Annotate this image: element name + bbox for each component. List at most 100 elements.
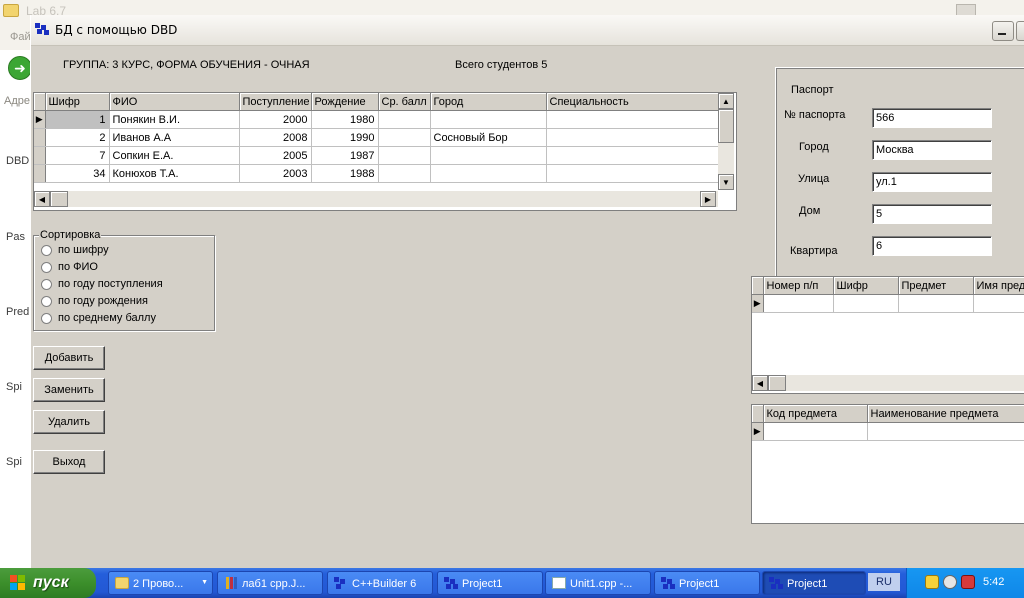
background-file-item[interactable]: DBD (6, 155, 29, 167)
scroll-up-arrow-icon[interactable]: ▲ (718, 93, 734, 109)
minimize-button[interactable] (992, 21, 1014, 41)
taskbar-task-cppbuilder[interactable]: C++Builder 6 (327, 571, 433, 595)
cell-birth[interactable]: 1980 (311, 110, 379, 129)
cell-name[interactable]: Понякин В.И. (109, 110, 240, 129)
cell-city[interactable] (430, 110, 547, 129)
column-header[interactable]: Имя пред (973, 277, 1024, 295)
cell-name[interactable]: Конюхов Т.А. (109, 164, 240, 183)
cell-cipher[interactable]: 2 (45, 128, 110, 147)
column-header[interactable]: Наименование предмета (867, 405, 1024, 423)
language-indicator[interactable]: RU (868, 573, 900, 591)
subjects-grid[interactable]: Код предмета Наименование предмета ▶ (751, 404, 1024, 524)
sort-radio-admission[interactable] (41, 279, 52, 290)
replace-button[interactable]: Заменить (33, 378, 105, 402)
sort-option-label[interactable]: по шифру (58, 244, 109, 256)
window-titlebar[interactable]: БД с помощью DBD (31, 15, 1024, 46)
exit-button[interactable]: Выход (33, 450, 105, 474)
table-row[interactable]: 2 Иванов А.А 2008 1990 Сосновый Бор (34, 128, 719, 147)
cell-specialty[interactable] (546, 128, 719, 147)
grid-cell[interactable] (763, 422, 868, 441)
security-icon[interactable] (943, 575, 957, 589)
street-field[interactable]: ул.1 (872, 172, 992, 192)
sort-radio-name[interactable] (41, 262, 52, 273)
scroll-right-arrow-icon[interactable]: ▶ (700, 191, 716, 207)
column-header[interactable]: Шифр (45, 93, 110, 111)
cell-admission[interactable]: 2008 (239, 128, 312, 147)
table-row[interactable]: 7 Сопкин Е.А. 2005 1987 (34, 146, 719, 165)
table-row[interactable]: ▶ (752, 422, 1024, 441)
house-field[interactable]: 5 (872, 204, 992, 224)
cell-avg[interactable] (378, 128, 431, 147)
table-row[interactable]: ▶ (752, 294, 1024, 313)
maximize-button[interactable] (1016, 21, 1024, 41)
sort-radio-cipher[interactable] (41, 245, 52, 256)
column-header[interactable]: Номер п/п (763, 277, 834, 295)
cell-name[interactable]: Иванов А.А (109, 128, 240, 147)
background-menu-file[interactable]: Фай (10, 31, 31, 43)
sort-radio-birth[interactable] (41, 296, 52, 307)
cell-city[interactable] (430, 146, 547, 165)
sort-option-label[interactable]: по ФИО (58, 261, 98, 273)
add-button[interactable]: Добавить (33, 346, 105, 370)
cell-city[interactable]: Сосновый Бор (430, 128, 547, 147)
scroll-thumb[interactable] (50, 191, 68, 207)
shield-icon[interactable] (925, 575, 939, 589)
cell-avg[interactable] (378, 164, 431, 183)
cell-specialty[interactable] (546, 146, 719, 165)
taskbar-task-unit1[interactable]: Unit1.cpp -... (545, 571, 651, 595)
column-header[interactable]: Код предмета (763, 405, 868, 423)
grid-cell[interactable] (833, 294, 899, 313)
taskbar-task-project1-active[interactable]: Project1 (762, 571, 866, 595)
column-header[interactable]: Специальность (546, 93, 719, 111)
students-horizontal-scrollbar[interactable]: ◀ ▶ (34, 191, 718, 207)
grades-horizontal-scrollbar[interactable]: ◀ (752, 375, 1024, 391)
grid-cell[interactable] (867, 422, 1024, 441)
cell-admission[interactable]: 2003 (239, 164, 312, 183)
students-vertical-scrollbar[interactable]: ▲ ▼ (718, 93, 734, 190)
city-field[interactable]: Москва (872, 140, 992, 160)
column-header[interactable]: Ср. балл (378, 93, 431, 111)
cell-cipher[interactable]: 34 (45, 164, 110, 183)
cell-name[interactable]: Сопкин Е.А. (109, 146, 240, 165)
clock[interactable]: 5:42 (983, 576, 1004, 588)
cell-specialty[interactable] (546, 164, 719, 183)
grades-grid[interactable]: Номер п/п Шифр Предмет Имя пред ▶ ◀ (751, 276, 1024, 394)
cell-cipher[interactable]: 7 (45, 146, 110, 165)
cell-birth[interactable]: 1990 (311, 128, 379, 147)
background-file-item[interactable]: Spi (6, 381, 22, 393)
sort-option-label[interactable]: по году рождения (58, 295, 148, 307)
column-header[interactable]: Поступление (239, 93, 312, 111)
grid-cell[interactable] (898, 294, 974, 313)
antivirus-icon[interactable] (961, 575, 975, 589)
column-header[interactable]: Рождение (311, 93, 379, 111)
cell-avg[interactable] (378, 110, 431, 129)
cell-cipher[interactable]: 1 (45, 110, 110, 129)
scroll-thumb[interactable] (768, 375, 786, 391)
cell-birth[interactable]: 1988 (311, 164, 379, 183)
column-header[interactable]: ФИО (109, 93, 240, 111)
students-grid[interactable]: Шифр ФИО Поступление Рождение Ср. балл Г… (33, 92, 737, 211)
column-header[interactable]: Город (430, 93, 547, 111)
background-file-item[interactable]: Pas (6, 231, 25, 243)
taskbar-task-explorer[interactable]: 2 Прово... ▼ (108, 571, 213, 595)
sort-option-label[interactable]: по году поступления (58, 278, 163, 290)
scroll-thumb[interactable] (718, 109, 734, 143)
sort-option-label[interactable]: по среднему баллу (58, 312, 156, 324)
cell-avg[interactable] (378, 146, 431, 165)
apartment-field[interactable]: 6 (872, 236, 992, 256)
cell-specialty[interactable] (546, 110, 719, 129)
cell-admission[interactable]: 2005 (239, 146, 312, 165)
delete-button[interactable]: Удалить (33, 410, 105, 434)
cell-admission[interactable]: 2000 (239, 110, 312, 129)
grid-cell[interactable] (763, 294, 834, 313)
scroll-left-arrow-icon[interactable]: ◀ (752, 375, 768, 391)
cell-birth[interactable]: 1987 (311, 146, 379, 165)
column-header[interactable]: Предмет (898, 277, 974, 295)
taskbar-task-project1[interactable]: Project1 (437, 571, 543, 595)
grid-cell[interactable] (973, 294, 1024, 313)
sort-radio-average[interactable] (41, 313, 52, 324)
taskbar-task-lab1[interactable]: лаб1 cpp.J... (217, 571, 323, 595)
scroll-down-arrow-icon[interactable]: ▼ (718, 174, 734, 190)
back-arrow-icon[interactable]: ➜ (8, 56, 32, 80)
scroll-left-arrow-icon[interactable]: ◀ (34, 191, 50, 207)
